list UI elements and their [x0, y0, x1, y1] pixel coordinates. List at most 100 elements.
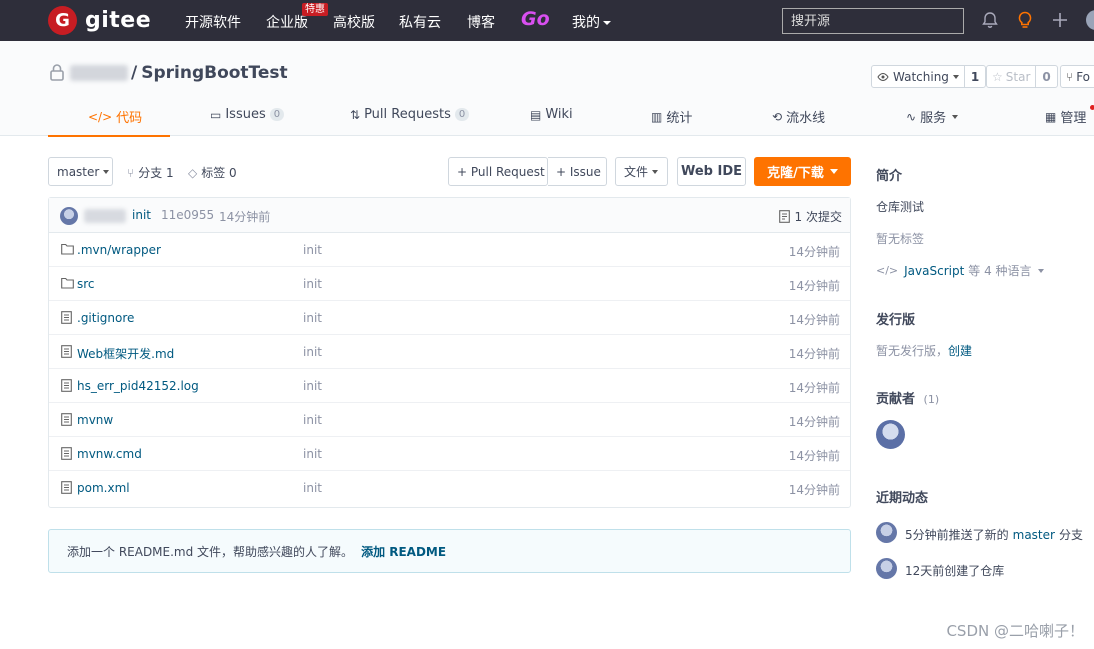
star-label-seg[interactable]: ☆ Star: [987, 66, 1035, 87]
lightbulb-icon[interactable]: [1015, 10, 1035, 30]
chevron-down-icon: [103, 169, 110, 174]
tab-pull-requests[interactable]: ⇅ Pull Requests 0: [350, 107, 470, 122]
repo-title[interactable]: / SpringBootTest: [131, 63, 288, 83]
fork-button[interactable]: ⑂ Fo: [1060, 65, 1094, 88]
nav-mine[interactable]: 我的: [572, 12, 611, 32]
branch-select[interactable]: master: [48, 157, 113, 186]
file-rows: .mvn/wrapper init 14分钟前 src init 14分钟前 .gitign…: [49, 233, 850, 505]
nav-private-cloud[interactable]: 私有云: [399, 12, 441, 32]
plus-icon[interactable]: [1050, 10, 1070, 30]
repo-name: SpringBootTest: [141, 63, 288, 83]
committer-name-blurred[interactable]: [84, 209, 126, 223]
search-input[interactable]: [782, 8, 964, 34]
user-avatar[interactable]: [1086, 10, 1094, 30]
web-ide-button[interactable]: Web IDE: [677, 157, 746, 186]
file-name-link[interactable]: Web框架开发.md: [77, 345, 174, 362]
nav-education[interactable]: 高校版: [333, 12, 375, 32]
file-name-link[interactable]: mvnw: [77, 413, 113, 427]
file-row[interactable]: hs_err_pid42152.log init 14分钟前: [49, 369, 850, 403]
watch-label-seg[interactable]: Watching: [872, 66, 964, 87]
commit-message[interactable]: init: [132, 208, 151, 222]
tab-wiki[interactable]: ▤ Wiki: [530, 107, 573, 122]
gitee-logo[interactable]: G gitee: [48, 6, 151, 35]
file-commit-message[interactable]: init: [303, 277, 322, 291]
file-commit-message[interactable]: init: [303, 243, 322, 257]
commit-hash[interactable]: 11e0955: [161, 208, 214, 222]
tags-link[interactable]: ◇ 标签 0: [188, 164, 237, 181]
file-commit-message[interactable]: init: [303, 311, 322, 325]
file-commit-message[interactable]: init: [303, 345, 322, 359]
add-readme-link[interactable]: 添加 README: [361, 543, 446, 560]
nav-blog[interactable]: 博客: [467, 12, 495, 32]
file-row[interactable]: .gitignore init 14分钟前: [49, 301, 850, 335]
repo-owner-blurred[interactable]: [70, 65, 128, 81]
chevron-down-icon: [952, 74, 959, 79]
commits-link[interactable]: 1 次提交: [778, 208, 842, 225]
repo-tabs: </> 代码 ▭ Issues 0 ⇅ Pull Requests 0 ▤ Wiki ▥ 统计…: [48, 105, 1094, 137]
star-button[interactable]: ☆ Star 0: [986, 65, 1058, 88]
watch-count[interactable]: 1: [963, 66, 985, 87]
languages-link[interactable]: </> JavaScript 等 4 种语言: [876, 262, 1044, 279]
file-commit-message[interactable]: init: [303, 379, 322, 393]
tab-manage[interactable]: ▦ 管理: [1045, 107, 1087, 127]
tab-pipeline[interactable]: ⟲ 流水线: [772, 107, 825, 127]
gitee-logo-text: gitee: [85, 8, 152, 33]
new-issue-button[interactable]: + Issue: [548, 157, 607, 186]
file-icon: [61, 379, 72, 395]
book-icon: ▤: [530, 107, 542, 122]
file-row[interactable]: Web框架开发.md init 14分钟前: [49, 335, 850, 369]
watermark: CSDN @二哈喇子！: [946, 622, 1084, 640]
contributors-count: (1): [923, 393, 940, 406]
contributors-title: 贡献者: [876, 392, 916, 407]
file-name-link[interactable]: .gitignore: [77, 311, 134, 325]
file-commit-message[interactable]: init: [303, 413, 322, 427]
new-pull-request-button[interactable]: + Pull Request: [448, 157, 548, 186]
file-name-link[interactable]: .mvn/wrapper: [77, 243, 161, 257]
nav-open-source[interactable]: 开源软件: [185, 12, 241, 32]
nav-mine-label: 我的: [572, 15, 600, 31]
bell-icon[interactable]: [980, 10, 1000, 30]
watch-button[interactable]: Watching 1: [871, 65, 987, 88]
file-row[interactable]: .mvn/wrapper init 14分钟前: [49, 233, 850, 267]
file-row[interactable]: pom.xml init 14分钟前: [49, 471, 850, 505]
tab-manage-label: 管理: [1060, 111, 1087, 126]
file-icon: [61, 311, 72, 327]
clone-download-button[interactable]: 克隆/下载: [754, 157, 851, 186]
file-name-link[interactable]: pom.xml: [77, 481, 130, 495]
nav-go[interactable]: Go: [521, 8, 550, 30]
file-row[interactable]: src init 14分钟前: [49, 267, 850, 301]
branches-link[interactable]: ⑂ 分支 1: [127, 164, 174, 181]
file-name-link[interactable]: hs_err_pid42152.log: [77, 379, 199, 393]
pipeline-icon: ⟲: [772, 109, 783, 124]
fork-label-seg[interactable]: ⑂ Fo: [1061, 66, 1094, 87]
file-commit-time: 14分钟前: [788, 347, 840, 361]
tab-code[interactable]: </> 代码: [88, 107, 143, 127]
file-row[interactable]: mvnw init 14分钟前: [49, 403, 850, 437]
file-commit-message[interactable]: init: [303, 481, 322, 495]
chevron-down-icon: [603, 21, 611, 25]
file-menu-button[interactable]: 文件: [615, 157, 668, 186]
file-list: init 11e0955 14分钟前 1 次提交 .mvn/wrapper ini…: [48, 197, 851, 508]
committer-avatar[interactable]: [60, 207, 78, 225]
activity-branch-link[interactable]: master: [1013, 528, 1055, 542]
file-commit-message[interactable]: init: [303, 447, 322, 461]
activity-avatar[interactable]: [876, 558, 897, 579]
file-row[interactable]: mvnw.cmd init 14分钟前: [49, 437, 850, 471]
file-name-link[interactable]: mvnw.cmd: [77, 447, 142, 461]
chevron-down-icon: [829, 169, 838, 174]
tab-pull-requests-label: Pull Requests: [364, 107, 451, 122]
tab-statistics[interactable]: ▥ 统计: [651, 107, 692, 127]
file-name-link[interactable]: src: [77, 277, 95, 291]
tab-services[interactable]: ∿ 服务: [906, 107, 959, 126]
activity-avatar[interactable]: [876, 522, 897, 543]
create-release-link[interactable]: 创建: [948, 342, 972, 359]
code-icon: </>: [88, 109, 113, 124]
tab-code-label: 代码: [116, 111, 143, 126]
folder-icon: [61, 277, 74, 292]
star-count[interactable]: 0: [1035, 66, 1056, 87]
pull-requests-count: 0: [454, 108, 470, 121]
contributor-avatar[interactable]: [876, 420, 905, 449]
file-commit-time: 14分钟前: [788, 415, 840, 429]
tab-issues[interactable]: ▭ Issues 0: [210, 107, 285, 122]
folder-icon: [61, 243, 74, 258]
